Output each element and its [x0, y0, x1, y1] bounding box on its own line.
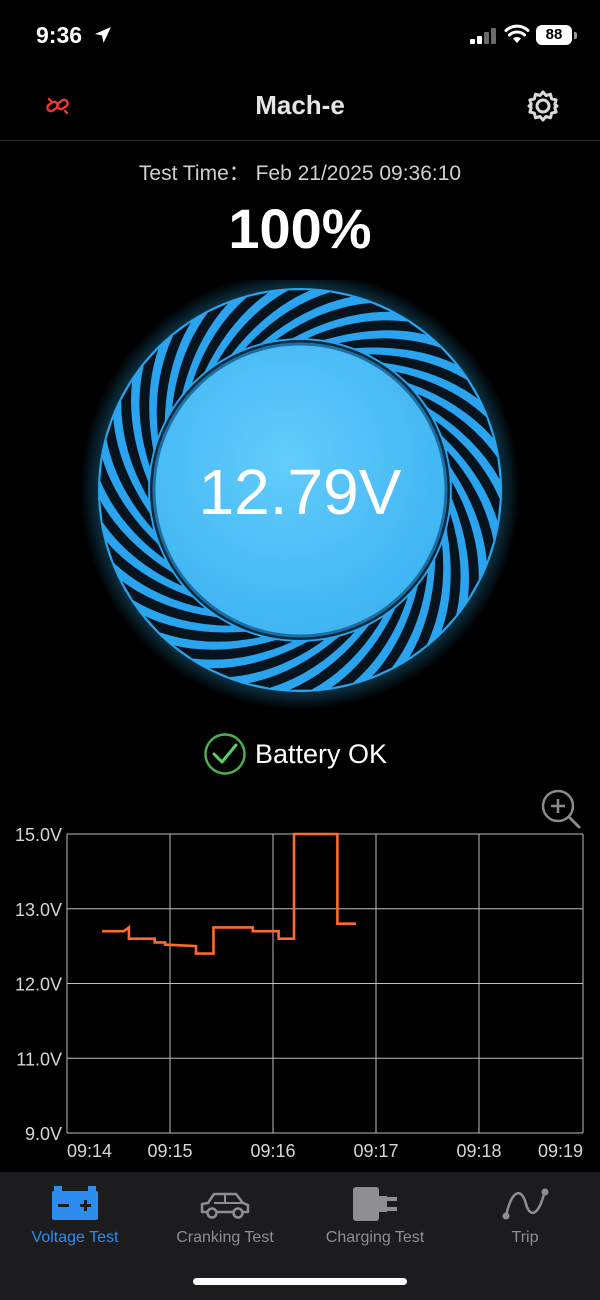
battery-status: Battery OK: [0, 732, 600, 778]
test-time: Test Time： Feb 21/2025 09:36:10: [0, 157, 600, 187]
tab-voltage-test[interactable]: Voltage Test: [0, 1172, 150, 1272]
plug-icon: [353, 1187, 397, 1221]
tab-label: Charging Test: [325, 1229, 425, 1246]
test-time-value: Feb 21/2025 09:36:10: [255, 162, 462, 185]
y-tick-label: 13.0V: [15, 900, 62, 920]
x-tick-label: 09:14: [67, 1141, 112, 1161]
x-tick-label: 09:16: [250, 1141, 295, 1161]
y-tick-label: 9.0V: [25, 1124, 62, 1144]
status-time: 9:36: [36, 22, 83, 48]
route-icon: [502, 1188, 549, 1220]
gear-icon[interactable]: [526, 89, 560, 123]
y-tick-label: 15.0V: [15, 825, 62, 845]
x-tick-label: 09:19: [538, 1141, 583, 1161]
status-bar: 9:36 88: [0, 0, 600, 72]
battery-percent: 100%: [228, 197, 372, 260]
x-tick-label: 09:15: [147, 1141, 192, 1161]
battery-icon: [52, 1186, 98, 1220]
x-tick-label: 09:17: [353, 1141, 398, 1161]
voltage-value: 12.79V: [198, 456, 402, 528]
car-icon: [200, 1192, 250, 1219]
tab-charging-test[interactable]: Charging Test: [300, 1172, 450, 1272]
voltage-chart: 15.0V 13.0V 12.0V 11.0V 9.0V09:14 09:15 09:16 0…: [15, 825, 584, 1161]
app-header: Mach-e: [0, 72, 600, 141]
y-tick-label: 12.0V: [15, 975, 62, 995]
tab-trip[interactable]: Trip: [450, 1172, 600, 1272]
tab-label: Voltage Test: [31, 1229, 119, 1246]
y-tick-label: 11.0V: [16, 1049, 62, 1069]
page-title: Mach-e: [255, 90, 345, 120]
tab-label: Trip: [511, 1229, 539, 1246]
cellular-signal-icon: [470, 28, 496, 44]
wifi-icon: [504, 24, 530, 43]
tab-cranking-test[interactable]: Cranking Test: [150, 1172, 300, 1272]
test-time-label: Test Time：: [138, 162, 250, 185]
voltage-series-line: [102, 832, 356, 955]
tab-label: Cranking Test: [176, 1229, 274, 1246]
check-circle-icon: [204, 733, 246, 775]
home-indicator: [193, 1278, 407, 1285]
battery-indicator: 88: [536, 25, 577, 45]
battery-status-text: Battery OK: [255, 739, 388, 769]
x-tick-label: 09:18: [456, 1141, 501, 1161]
location-arrow-icon: [95, 27, 111, 43]
